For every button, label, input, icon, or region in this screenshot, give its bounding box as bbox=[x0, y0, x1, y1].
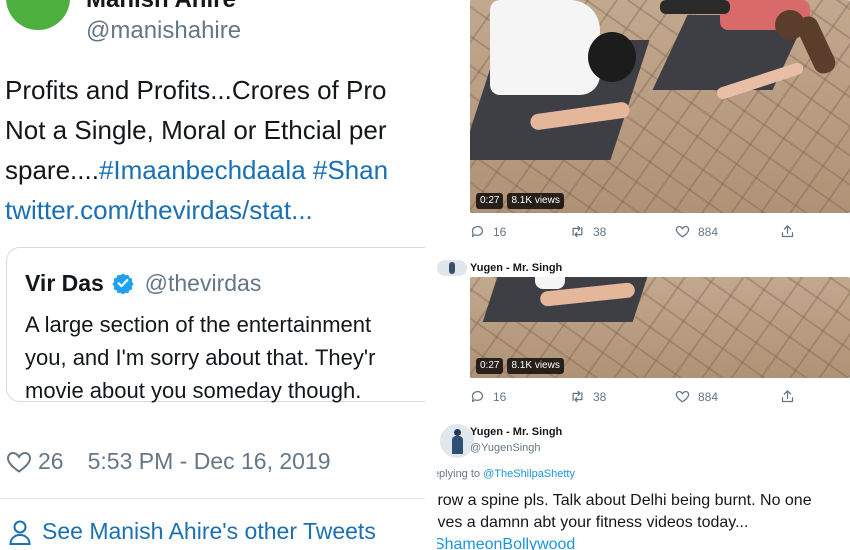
video-player[interactable]: 0:27 8.1K views bbox=[470, 277, 850, 378]
quoted-author-handle[interactable]: @thevirdas bbox=[145, 270, 262, 296]
quoted-body-line: A large section of the entertainment bbox=[25, 312, 372, 337]
tweet-body-line: Not a Single, Moral or Ethcial per bbox=[5, 115, 387, 145]
video-scene-person bbox=[535, 277, 565, 289]
verified-badge-icon bbox=[112, 273, 134, 294]
reply-author-avatar[interactable] bbox=[437, 259, 467, 276]
reply-body-line: gives a damnn abt your fitness videos to… bbox=[437, 514, 749, 531]
video-stats-badge: 0:27 8.1K views bbox=[476, 193, 564, 209]
reply-button[interactable]: 16 bbox=[470, 389, 506, 404]
person-icon bbox=[9, 520, 31, 545]
author-avatar[interactable] bbox=[6, 0, 70, 30]
reply-body: Grow a spine pls. Talk about Delhi being… bbox=[437, 490, 812, 550]
quoted-tweet-card[interactable]: Vir Das @thevirdas A large section of th… bbox=[6, 247, 425, 403]
hashtag-link[interactable]: #Shan bbox=[313, 155, 388, 185]
retweet-button[interactable]: 38 bbox=[570, 389, 606, 404]
tweet-timestamp[interactable]: 5:53 PM - Dec 16, 2019 bbox=[88, 448, 331, 475]
share-icon bbox=[781, 225, 794, 238]
author-name[interactable]: Manish Ahire bbox=[86, 0, 236, 14]
hashtag-link[interactable]: #ShameonBollywood bbox=[437, 534, 812, 550]
video-scene-person bbox=[588, 32, 636, 82]
like-count: 884 bbox=[698, 224, 719, 239]
tweet-body-line: spare....#Imaanbechdaala #Shan bbox=[5, 150, 425, 190]
tweet-actions: 16 38 884 bbox=[470, 224, 830, 244]
right-feed-panel: 0:27 8.1K views 16 38 884 Yugen - Mr. Si… bbox=[437, 0, 850, 550]
like-count: 26 bbox=[38, 448, 64, 474]
reply-header: Yugen - Mr. Singh bbox=[437, 259, 850, 276]
reply-author-name[interactable]: Yugen - Mr. Singh bbox=[470, 426, 562, 438]
tweet-actions: 16 38 884 bbox=[470, 389, 830, 409]
retweet-icon bbox=[572, 225, 583, 238]
quoted-author-name[interactable]: Vir Das bbox=[25, 270, 104, 296]
reply-icon bbox=[471, 390, 484, 403]
replying-to: Replying to @TheShilpaShetty bbox=[437, 468, 575, 480]
tweet-meta-row: 26 5:53 PM - Dec 16, 2019 bbox=[6, 448, 331, 475]
video-duration: 0:27 bbox=[476, 358, 504, 374]
divider bbox=[0, 498, 425, 499]
share-icon bbox=[781, 390, 794, 403]
video-stats-badge: 0:27 8.1K views bbox=[476, 358, 564, 374]
video-scene-person bbox=[490, 0, 600, 95]
reply-author-name[interactable]: Yugen - Mr. Singh bbox=[470, 262, 562, 274]
reply-author-handle[interactable]: @YugenSingh bbox=[470, 442, 541, 454]
video-duration: 0:27 bbox=[476, 193, 504, 209]
reply-icon bbox=[471, 225, 484, 238]
reply-button[interactable]: 16 bbox=[470, 224, 506, 239]
video-player[interactable]: 0:27 8.1K views bbox=[470, 0, 850, 213]
share-button[interactable] bbox=[780, 389, 803, 404]
like-button[interactable]: 884 bbox=[675, 224, 718, 239]
tweet-body-text: spare.... bbox=[5, 155, 99, 185]
retweet-icon bbox=[572, 390, 583, 403]
reply-count: 16 bbox=[493, 389, 507, 404]
share-button[interactable] bbox=[780, 224, 803, 239]
tweet-body-line: Profits and Profits...Crores of Pro bbox=[5, 75, 387, 105]
quoted-tweet-header: Vir Das @thevirdas bbox=[25, 270, 261, 297]
retweet-count: 38 bbox=[593, 389, 607, 404]
retweet-button[interactable]: 38 bbox=[570, 224, 606, 239]
quoted-tweet-body: A large section of the entertainment you… bbox=[25, 308, 375, 407]
heart-icon[interactable] bbox=[6, 450, 32, 474]
left-tweet-panel: Manish Ahire @manishahire Profits and Pr… bbox=[0, 0, 425, 550]
reply-count: 16 bbox=[493, 224, 507, 239]
heart-icon bbox=[675, 390, 690, 403]
replying-to-label: Replying to bbox=[437, 468, 481, 480]
reply-author-avatar[interactable] bbox=[440, 424, 474, 458]
other-tweets-link[interactable]: See Manish Ahire's other Tweets bbox=[8, 518, 376, 545]
other-tweets-label: See Manish Ahire's other Tweets bbox=[42, 518, 376, 544]
panel-divider bbox=[425, 0, 437, 550]
quoted-tweet-url-link[interactable]: twitter.com/thevirdas/stat... bbox=[5, 190, 425, 230]
like-count: 884 bbox=[698, 389, 719, 404]
mention-link[interactable]: @TheShilpaShetty bbox=[483, 468, 575, 480]
video-views: 8.1K views bbox=[507, 358, 564, 374]
heart-icon bbox=[675, 225, 690, 238]
tweet-body: Profits and Profits...Crores of Pro Not … bbox=[5, 70, 425, 230]
video-views: 8.1K views bbox=[507, 193, 564, 209]
quoted-body-line: you, and I'm sorry about that. They'r bbox=[25, 345, 376, 370]
author-handle[interactable]: @manishahire bbox=[86, 17, 241, 45]
like-button[interactable]: 884 bbox=[675, 389, 718, 404]
reply-body-line: Grow a spine pls. Talk about Delhi being… bbox=[437, 492, 812, 509]
hashtag-link[interactable]: #Imaanbechdaala bbox=[99, 155, 306, 185]
retweet-count: 38 bbox=[593, 224, 607, 239]
quoted-body-line: movie about you someday though. bbox=[25, 378, 362, 403]
video-scene-person bbox=[660, 0, 730, 14]
